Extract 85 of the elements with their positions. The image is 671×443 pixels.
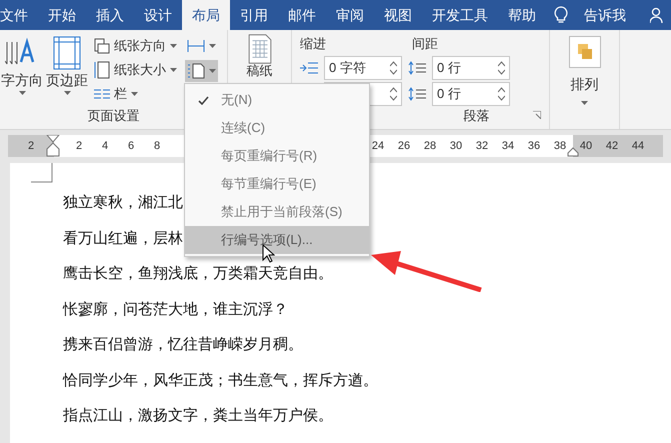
caret-icon — [170, 68, 177, 72]
document-line: 指点江山，激扬文字，粪土当年万户侯。 — [63, 406, 333, 426]
ribbon-tab[interactable]: 开发工具 — [422, 0, 498, 30]
ruler-number: 32 — [476, 138, 488, 154]
right-indent-marker-icon[interactable] — [567, 147, 579, 157]
menu-item[interactable]: 连续(C) — [185, 114, 369, 142]
menu-item[interactable]: 每页重编行号(R) — [185, 142, 369, 170]
orientation-button[interactable]: 纸张方向 — [94, 36, 177, 56]
number-field[interactable]: 0 行 — [432, 56, 510, 80]
page-size-icon — [94, 61, 110, 79]
margins-icon — [53, 36, 81, 70]
caret-icon — [170, 44, 177, 48]
arrange-button[interactable]: 排列 — [568, 36, 600, 105]
page-size-button[interactable]: 纸张大小 — [94, 60, 177, 80]
indent-marker-icon[interactable] — [46, 135, 60, 157]
ruler-number: 2 — [74, 138, 84, 154]
group-label: 段落 — [462, 106, 490, 124]
spacing-label: 间距 — [412, 35, 438, 53]
indent-left-icon — [300, 62, 318, 74]
tell-me-label[interactable]: 告诉我 — [584, 4, 626, 26]
line-numbers-icon — [187, 63, 205, 79]
menu-item[interactable]: 每节重编行号(E) — [185, 170, 369, 198]
ruler-number: 40 — [580, 138, 592, 154]
ribbon-tab[interactable]: 开始 — [38, 0, 86, 30]
ribbon-tab[interactable]: 帮助 — [498, 0, 546, 30]
ribbon-tab[interactable]: 邮件 — [278, 0, 326, 30]
spinner-arrows-icon — [390, 60, 397, 74]
document-line: 独立寒秋，湘江北 — [63, 193, 183, 213]
document-line: 恰同学少年，风华正茂；书生意气，挥斥方遒。 — [63, 370, 378, 390]
ruler-number: 8 — [152, 138, 162, 154]
text-direction-button[interactable]: 字方向 — [0, 36, 44, 106]
ruler-number: 36 — [528, 138, 540, 154]
caret-icon — [64, 91, 70, 95]
document-line: 看万山红遍，层林 — [63, 228, 183, 248]
ruler-number: 28 — [424, 138, 436, 154]
spinner-arrows-icon — [498, 60, 505, 74]
ruler-number: 24 — [372, 138, 384, 154]
ruler-number: 38 — [554, 138, 566, 154]
document-line: 怅寥廓，问苍茫大地，谁主沉浮？ — [63, 300, 288, 320]
number-field[interactable]: 0 字符 — [324, 56, 402, 80]
caret-icon — [209, 44, 216, 48]
person-icon[interactable] — [650, 7, 664, 23]
draft-paper-button[interactable]: 稿纸 — [246, 34, 272, 78]
arrange-icon — [568, 36, 600, 68]
indent-label: 缩进 — [300, 35, 327, 53]
spacing-after-icon — [408, 86, 426, 100]
spinner-arrows-icon — [498, 86, 505, 100]
ruler-number: 34 — [502, 138, 514, 154]
dialog-launcher-icon[interactable] — [533, 111, 541, 120]
caret-icon — [18, 91, 26, 95]
ruler-number: 44 — [632, 138, 644, 154]
ruler-number: 4 — [100, 138, 110, 154]
ruler-number: 6 — [126, 138, 136, 154]
number-field[interactable]: 0 行 — [432, 82, 510, 106]
group-label: 页面设置 — [86, 106, 140, 124]
page-orientation-icon — [94, 38, 110, 54]
ribbon-tab[interactable]: 插入 — [86, 0, 134, 30]
spacing-before-icon — [408, 60, 426, 74]
document-line: 鹰击长空，鱼翔浅底，万类霜天竞自由。 — [63, 264, 333, 284]
ruler-number: 2 — [28, 138, 34, 154]
ruler-number: 42 — [606, 138, 618, 154]
breaks-icon — [187, 39, 205, 53]
menu-item[interactable]: 行编号选项(L)... — [185, 226, 369, 254]
caret-icon — [581, 101, 588, 105]
caret-icon — [209, 69, 216, 73]
ribbon-tab[interactable]: 视图 — [374, 0, 422, 30]
corner-mark-icon — [31, 163, 53, 183]
ribbon-tab[interactable]: 文件 — [0, 0, 38, 30]
ruler-number: 26 — [398, 138, 410, 154]
caret-icon — [131, 92, 138, 96]
ribbon-tab[interactable]: 引用 — [230, 0, 278, 30]
menu-item[interactable]: 禁止用于当前段落(S) — [185, 198, 369, 226]
line-numbers-button[interactable] — [185, 60, 218, 82]
lightbulb-icon[interactable] — [554, 6, 568, 24]
ribbon-tab[interactable]: 审阅 — [326, 0, 374, 30]
margins-button[interactable]: 页边距 — [44, 36, 90, 106]
document-line: 携来百侣曾游，忆往昔峥嵘岁月稠。 — [63, 335, 303, 355]
columns-icon — [94, 88, 110, 100]
ribbon-tab[interactable]: 设计 — [134, 0, 182, 30]
spinner-arrows-icon — [390, 86, 397, 100]
ribbon-tab[interactable]: 布局 — [182, 0, 230, 30]
menu-item[interactable]: 无(N) — [185, 86, 369, 114]
columns-button[interactable]: 栏 — [94, 84, 177, 104]
grid-paper-icon — [248, 34, 272, 64]
ruler-number: 30 — [450, 138, 462, 154]
